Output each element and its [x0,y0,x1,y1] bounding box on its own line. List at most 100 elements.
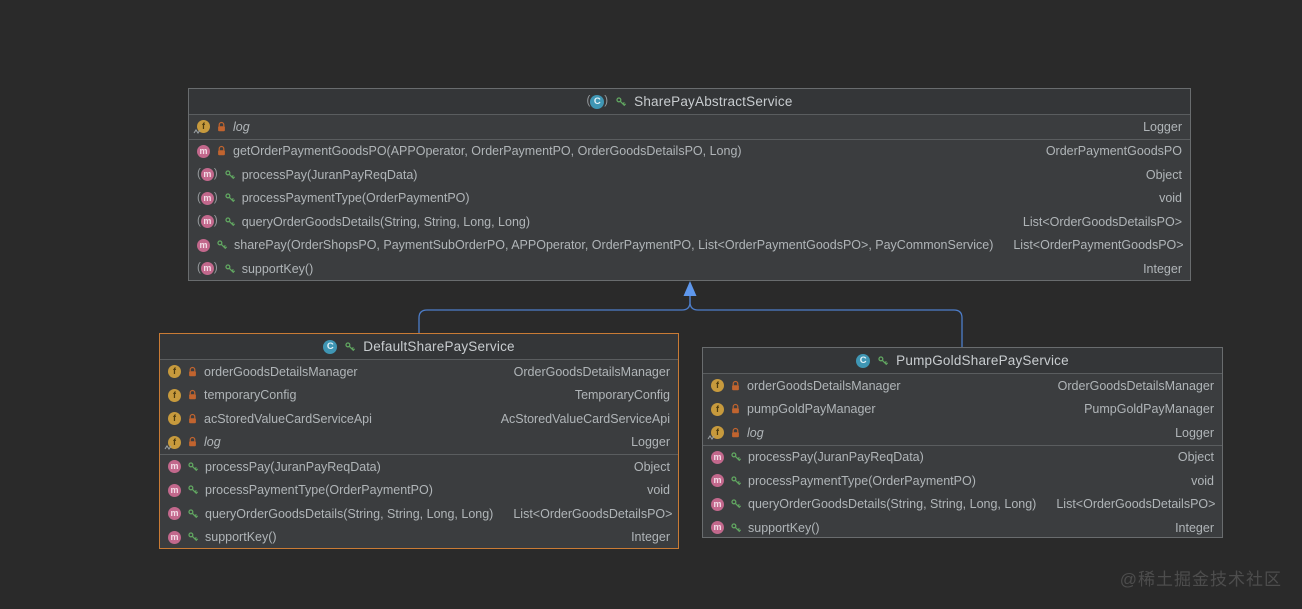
member-type: void [1191,473,1214,488]
class-header[interactable]: C PumpGoldSharePayService [703,348,1222,374]
member-row[interactable]: f log Logger [703,421,1222,445]
member-name: processPaymentType(OrderPaymentPO) [748,473,976,488]
class-icon: C [856,353,871,368]
lock-icon [732,380,739,390]
method-icon: m [197,144,210,158]
member-name: supportKey() [748,520,820,535]
key-icon [224,169,236,181]
static-marker-icon [707,435,715,441]
field-icon: f [707,426,724,441]
methods-section: m processPay(JuranPayReqData) Object m pro… [703,446,1222,540]
lock-icon [730,403,741,415]
member-type: Integer [631,530,670,545]
key-icon [187,484,199,496]
member-row[interactable]: m processPaymentType(OrderPaymentPO) void [160,479,678,503]
class-header[interactable]: (C) SharePayAbstractService [189,89,1190,115]
method-icon: m [168,507,181,521]
class-node-share-pay-abstract-service[interactable]: (C) SharePayAbstractService f log Logger … [188,88,1191,281]
member-type: Integer [1143,261,1182,276]
class-header[interactable]: C DefaultSharePayService [160,334,678,360]
member-row[interactable]: m supportKey() Integer [703,516,1222,540]
member-name: supportKey() [205,530,277,545]
method-icon: m [711,450,724,464]
key-icon [225,193,235,203]
member-type: List<OrderGoodsDetailsPO> [1022,214,1182,229]
member-row[interactable]: m processPay(JuranPayReqData) Object [703,446,1222,470]
method-icon: (m) [197,262,218,276]
member-row[interactable]: m processPaymentType(OrderPaymentPO) void [703,469,1222,493]
member-row[interactable]: (m) queryOrderGoodsDetails(String, Strin… [189,210,1190,234]
lock-icon [216,121,227,133]
member-row[interactable]: f log Logger [189,115,1190,139]
member-row[interactable]: m sharePay(OrderShopsPO, PaymentSubOrder… [189,234,1190,258]
member-row[interactable]: m queryOrderGoodsDetails(String, String,… [160,502,678,526]
member-row[interactable]: (m) processPaymentType(OrderPaymentPO) vo… [189,187,1190,211]
member-name: processPaymentType(OrderPaymentPO) [241,191,470,206]
lock-icon [218,121,225,131]
key-icon [188,532,199,542]
class-node-pump-gold-share-pay-service[interactable]: C PumpGoldSharePayService f orderGoodsDe… [702,347,1223,538]
method-icon: m [711,521,724,535]
member-name: orderGoodsDetailsManager [204,364,358,379]
member-row[interactable]: m processPay(JuranPayReqData) Object [160,455,678,479]
member-row[interactable]: f log Logger [160,431,678,455]
key-icon [730,475,742,487]
methods-section: m processPay(JuranPayReqData) Object m pro… [160,455,678,549]
key-icon [224,216,236,228]
member-name: supportKey() [241,261,314,276]
member-name: temporaryConfig [204,388,297,403]
member-row[interactable]: (m) processPay(JuranPayReqData) Object [189,163,1190,187]
lock-icon [730,380,741,392]
class-title: PumpGoldSharePayService [896,353,1069,368]
member-name: queryOrderGoodsDetails(String, String, L… [241,214,531,229]
method-icon: m [197,238,210,252]
field-icon: f [193,120,210,135]
lock-icon [187,436,198,448]
member-type: Object [1177,450,1214,465]
lock-icon [732,427,739,437]
member-type: PumpGoldPayManager [1084,402,1214,417]
key-icon [188,485,199,495]
member-row[interactable]: f orderGoodsDetailsManager OrderGoodsDeta… [160,360,678,384]
key-icon [731,452,742,462]
member-row[interactable]: f acStoredValueCardServiceApi AcStoredVal… [160,407,678,431]
key-icon [616,96,627,106]
member-row[interactable]: f temporaryConfig TemporaryConfig [160,384,678,408]
field-icon: f [168,365,181,379]
member-name: queryOrderGoodsDetails(String, String, L… [748,497,1037,512]
member-name: pumpGoldPayManager [747,402,876,417]
member-row[interactable]: f orderGoodsDetailsManager OrderGoodsDeta… [703,374,1222,398]
uml-diagram-canvas: (C) SharePayAbstractService f log Logger … [0,0,1302,609]
member-name: log [233,119,250,134]
key-icon [187,508,199,520]
lock-icon [218,146,225,156]
lock-icon [730,427,741,439]
member-row[interactable]: m getOrderPaymentGoodsPO(APPOperator, Or… [189,140,1190,164]
member-name: sharePay(OrderShopsPO, PaymentSubOrderPO… [234,238,994,253]
public-key-icon [615,96,627,108]
key-icon [225,264,235,273]
abstract-class-icon: (C) [586,94,609,109]
member-type: void [647,483,670,498]
member-name: orderGoodsDetailsManager [747,378,901,393]
key-icon [731,476,742,485]
key-icon [216,239,228,251]
member-name: acStoredValueCardServiceApi [204,411,372,426]
member-row[interactable]: (m) supportKey() Integer [189,257,1190,281]
static-marker-icon [164,444,172,450]
method-icon: m [168,460,181,474]
member-row[interactable]: m queryOrderGoodsDetails(String, String,… [703,493,1222,517]
method-icon: m [168,530,181,544]
key-icon [225,217,235,226]
key-icon [225,170,235,179]
lock-icon [189,366,196,376]
class-node-default-share-pay-service[interactable]: C DefaultSharePayService f orderGoodsDet… [159,333,679,549]
key-icon [187,461,199,473]
member-row[interactable]: m supportKey() Integer [160,526,678,550]
fields-section: f orderGoodsDetailsManager OrderGoodsDeta… [160,360,678,455]
member-type: List<OrderPaymentGoodsPO> [1013,238,1184,253]
lock-icon [187,366,198,378]
member-row[interactable]: f pumpGoldPayManager PumpGoldPayManager [703,398,1222,422]
member-name: processPaymentType(OrderPaymentPO) [205,483,433,498]
member-type: OrderGoodsDetailsManager [513,364,670,379]
